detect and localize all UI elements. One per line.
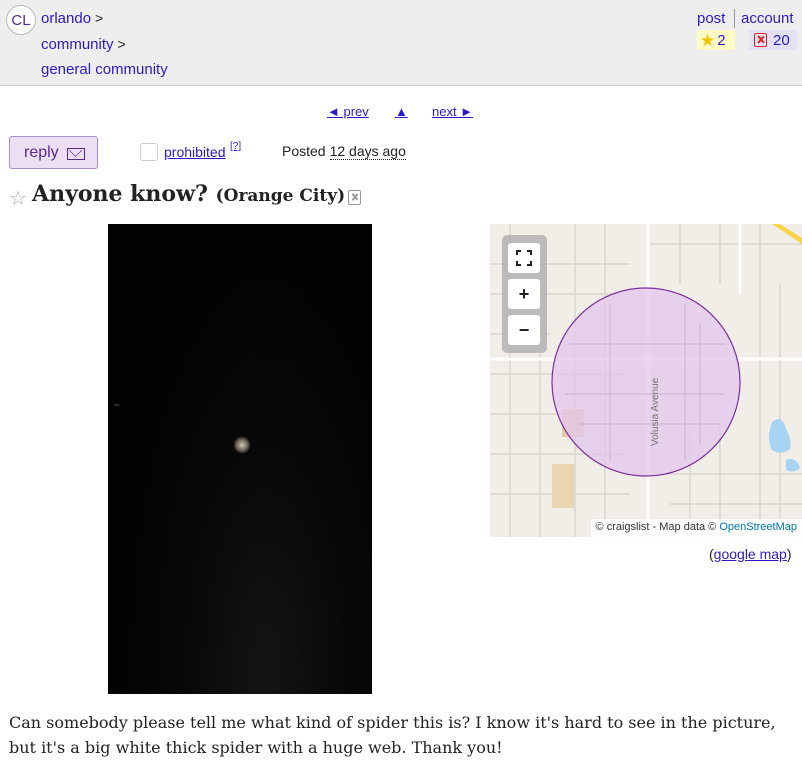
breadcrumb-city: orlando > [41, 10, 103, 27]
openstreetmap-link[interactable]: OpenStreetMap [719, 521, 797, 533]
street-label: Volusia Avenue [650, 377, 661, 446]
location-map[interactable]: Volusia Avenue + − © craigslist - Map da… [490, 224, 802, 537]
trash-icon [754, 33, 767, 47]
breadcrumb-link-city[interactable]: orlando [41, 10, 91, 27]
hidden-count: 20 [773, 31, 790, 49]
map-controls: + − [502, 235, 547, 353]
posting-location: (Orange City) [215, 186, 346, 206]
next-link[interactable]: next ► [432, 104, 473, 119]
prohibited-link[interactable]: prohibited [164, 144, 226, 160]
prev-link[interactable]: ◄ prev [327, 104, 369, 119]
favorites-count: 2 [717, 31, 726, 49]
posted-label: Posted [282, 143, 326, 159]
reply-label: reply [24, 143, 59, 161]
account-link[interactable]: account [741, 10, 794, 27]
favorites-badge[interactable]: ★ 2 [697, 30, 735, 50]
breadcrumb-separator: > [117, 36, 126, 52]
posting-title: Anyone know? (Orange City) [32, 181, 345, 207]
posting-body: Can somebody please tell me what kind of… [9, 713, 776, 757]
prohibited-help-link[interactable]: [?] [230, 141, 241, 152]
posting-title-text: Anyone know? [32, 181, 208, 207]
star-icon: ★ [700, 30, 716, 50]
craigslist-logo[interactable]: CL [6, 5, 36, 35]
spider-subject [234, 436, 250, 454]
breadcrumb-section: community > [41, 36, 126, 53]
attribution-prefix: © craigslist - Map data © [595, 521, 717, 533]
reply-button[interactable]: reply [9, 136, 98, 169]
breadcrumb-separator: > [95, 10, 104, 26]
photo-speck [114, 404, 119, 406]
map-attribution: © craigslist - Map data © OpenStreetMap [590, 519, 802, 537]
hidden-badge[interactable]: 20 [749, 30, 797, 50]
fullscreen-button[interactable] [508, 243, 540, 273]
breadcrumb-link-category[interactable]: general community [41, 61, 168, 78]
breadcrumb-link-section[interactable]: community [41, 36, 114, 53]
header-divider [734, 9, 735, 28]
fullscreen-icon [516, 250, 532, 266]
google-map-wrapper: (google map) [709, 546, 792, 562]
prohibited-checkbox[interactable] [140, 143, 158, 161]
posted-date: Posted 12 days ago [282, 143, 406, 160]
site-header: CL orlando > community > general community… [0, 0, 802, 86]
minus-icon: − [518, 319, 530, 340]
envelope-icon [66, 148, 85, 160]
zoom-in-button[interactable]: + [508, 279, 540, 309]
post-link[interactable]: post [697, 10, 725, 27]
posting-photo[interactable] [108, 224, 372, 694]
google-map-link[interactable]: google map [714, 546, 787, 562]
zoom-out-button[interactable]: − [508, 315, 540, 345]
posted-ago: 12 days ago [329, 143, 406, 160]
up-link[interactable]: ▲ [395, 104, 408, 119]
hide-posting-trash-icon[interactable] [348, 190, 361, 205]
favorite-star-icon[interactable]: ☆ [9, 186, 27, 211]
breadcrumb-category: general community [41, 61, 168, 78]
plus-icon: + [518, 283, 530, 304]
